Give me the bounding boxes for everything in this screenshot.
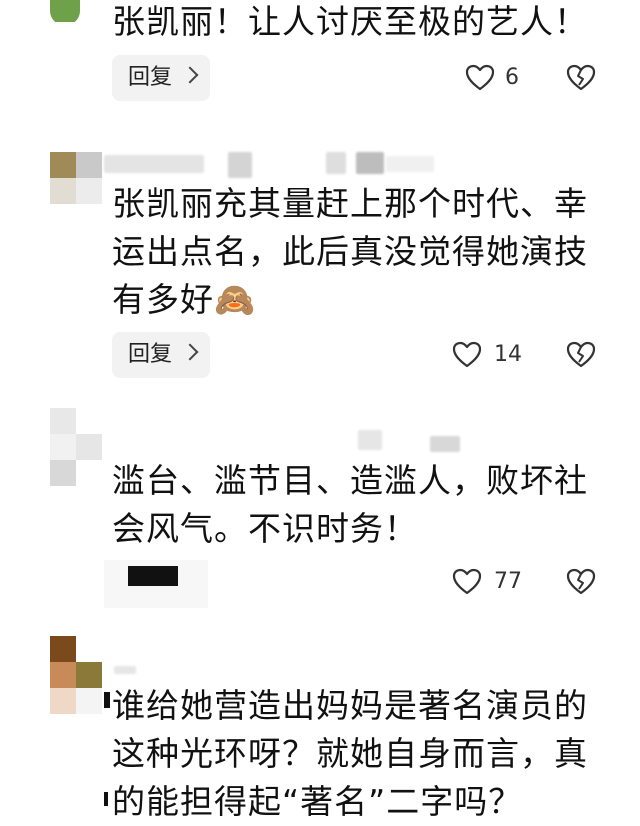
comment-text: 谁给她营造出妈妈是著名演员的这种光环呀？就她自身而言，真的能担得起“著名”二字吗…	[112, 686, 588, 821]
chevron-right-icon	[181, 343, 199, 361]
reply-button[interactable]: 回复	[112, 332, 210, 378]
dislike-button[interactable]	[566, 341, 596, 369]
heart-outline-icon	[465, 64, 495, 91]
broken-heart-icon	[566, 568, 596, 595]
like-count: 6	[505, 65, 519, 90]
reply-label: 回复	[128, 65, 173, 90]
broken-heart-icon	[566, 64, 596, 91]
comment-text: 张凯丽充其量赶上那个时代、幸运出点名，此后真没觉得她演技有多好🙈	[112, 184, 588, 319]
like-button[interactable]	[465, 64, 495, 92]
like-button[interactable]	[452, 568, 482, 596]
dislike-button[interactable]	[566, 568, 596, 596]
broken-heart-icon	[566, 341, 596, 368]
avatar[interactable]	[50, 408, 102, 486]
comment-text: 滥台、滥节目、造滥人，败坏社会风气。不识时务！	[112, 461, 588, 548]
heart-outline-icon	[452, 568, 482, 595]
chevron-right-icon	[181, 66, 199, 84]
heart-outline-icon	[452, 341, 482, 368]
redaction-mark	[104, 792, 108, 806]
comment-text: 张凯丽！让人讨厌至极的艺人！	[112, 2, 588, 41]
redaction-mark	[104, 692, 110, 708]
avatar[interactable]	[50, 152, 102, 204]
like-count: 77	[494, 569, 522, 594]
avatar[interactable]	[50, 636, 102, 714]
dislike-button[interactable]	[566, 64, 596, 92]
like-button[interactable]	[452, 341, 482, 369]
like-count: 14	[494, 342, 522, 367]
reply-label: 回复	[128, 342, 173, 367]
reply-button[interactable]: 回复	[112, 55, 210, 101]
avatar[interactable]	[50, 0, 80, 22]
